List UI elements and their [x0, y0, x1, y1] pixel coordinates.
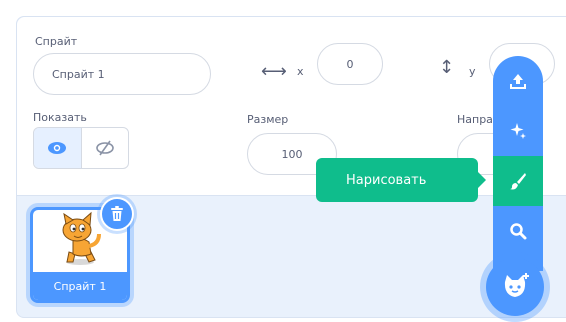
paint-tooltip-text: Нарисовать — [346, 172, 427, 188]
show-label: Показать — [33, 111, 87, 124]
visibility-toggle — [33, 127, 129, 169]
x-label: x — [297, 65, 304, 78]
search-sprite-button[interactable] — [493, 206, 543, 256]
sprite-label: Спрайт — [35, 35, 78, 48]
choose-sprite-button[interactable] — [486, 258, 544, 316]
trash-icon — [111, 206, 123, 221]
delete-sprite-button[interactable] — [100, 197, 134, 231]
x-input[interactable]: 0 — [317, 43, 383, 85]
sprite-add-flyout — [493, 56, 543, 271]
upload-icon — [510, 74, 526, 89]
sprite-info-panel: Спрайт Спрайт 1 ⟷ x 0 ↕ y Показать Разме… — [17, 17, 566, 196]
paintbrush-icon — [510, 173, 526, 190]
paint-tooltip: Нарисовать — [316, 158, 486, 202]
sprite-thumbnail-name: Спрайт 1 — [33, 272, 127, 300]
search-icon — [510, 223, 527, 240]
y-arrows-icon: ↕ — [439, 57, 455, 78]
show-button[interactable] — [34, 128, 81, 168]
cat-plus-icon — [504, 273, 529, 297]
y-label: y — [469, 65, 476, 78]
size-label: Размер — [247, 113, 289, 126]
hide-button[interactable] — [80, 128, 129, 168]
paint-sprite-button[interactable] — [493, 156, 543, 206]
x-arrows-icon: ⟷ — [261, 61, 287, 82]
direction-label: Напра — [457, 113, 493, 126]
surprise-sprite-button[interactable] — [493, 106, 543, 156]
eye-hidden-icon — [95, 140, 114, 156]
sprite-name-input[interactable]: Спрайт 1 — [33, 53, 211, 95]
surprise-icon — [510, 123, 526, 139]
upload-sprite-button[interactable] — [493, 56, 543, 106]
eye-icon — [48, 142, 67, 154]
